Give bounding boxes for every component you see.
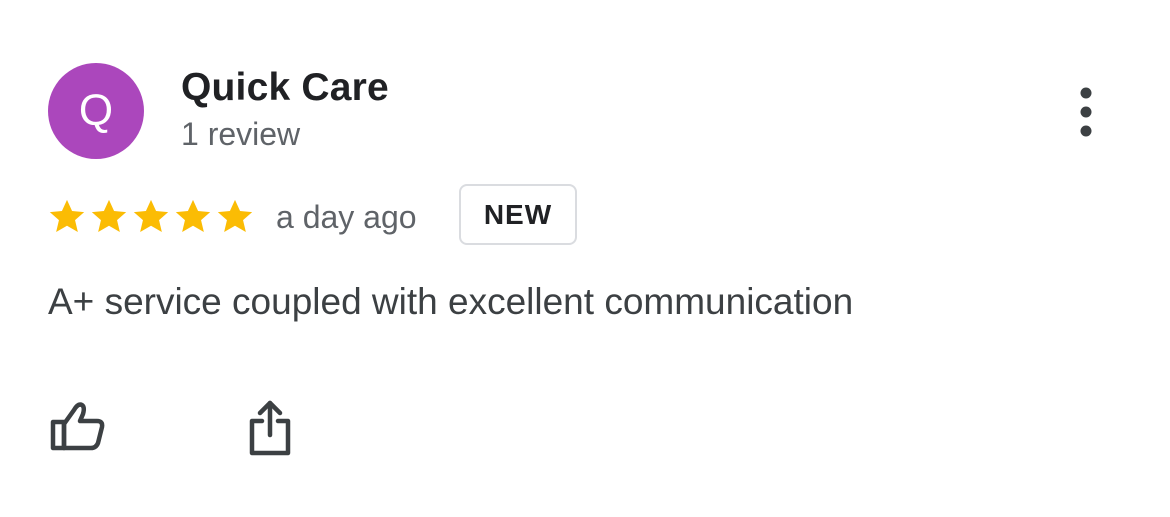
share-icon <box>249 400 291 456</box>
star-icon <box>49 199 85 233</box>
more-options-button[interactable] <box>1062 80 1110 144</box>
share-button[interactable] <box>240 398 300 458</box>
star-icon <box>133 199 169 233</box>
avatar-initial: Q <box>78 86 114 135</box>
author-name[interactable]: Quick Care <box>181 66 389 110</box>
star-icon <box>91 199 127 233</box>
avatar[interactable]: Q <box>48 63 144 159</box>
like-button[interactable] <box>48 396 108 456</box>
star-icon <box>175 199 211 233</box>
review-timestamp: a day ago <box>276 199 417 235</box>
review-count: 1 review <box>181 116 301 152</box>
review-card: Q Quick Care 1 review a day ago NEW A+ s… <box>0 0 1170 517</box>
more-vertical-icon <box>1080 87 1092 137</box>
thumbs-up-icon <box>50 402 105 451</box>
star-rating <box>46 196 256 238</box>
new-badge: NEW <box>459 184 577 245</box>
review-text: A+ service coupled with excellent commun… <box>48 281 854 322</box>
star-icon <box>217 199 253 233</box>
